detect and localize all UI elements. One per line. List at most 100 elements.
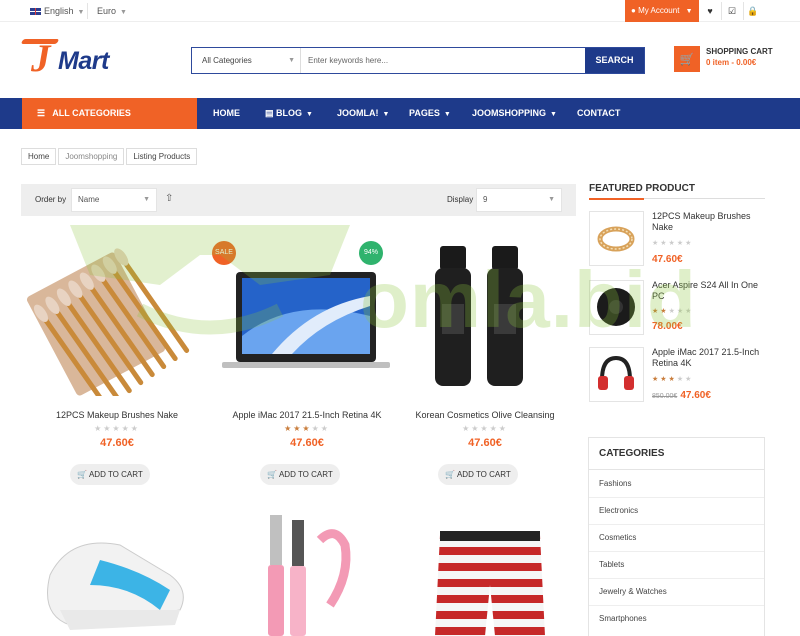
main-nav: ☰ ALL CATEGORIES HOME ▤ BLOG ▼ JOOMLA! ▼ P… — [0, 98, 800, 129]
rating-stars: ★★★★★ — [462, 424, 508, 433]
breadcrumb: Home Joomshopping Listing Products — [21, 148, 199, 165]
top-bar: English ▼ Euro ▼ ● My Account ▼ ♥ ☑ 🔒 — [0, 0, 800, 22]
featured-item[interactable]: Acer Aspire S24 All In One PC ★★★★★ 78.0… — [589, 280, 766, 336]
cart-info[interactable]: 0 item - 0.00€ — [706, 58, 756, 67]
sale-badge: SALE — [212, 241, 236, 265]
blog-icon: ▤ — [265, 108, 274, 118]
currency-selector[interactable]: Euro ▼ — [97, 0, 127, 22]
search-button[interactable]: SEARCH — [585, 48, 644, 73]
nav-item-joomshopping[interactable]: JOOMSHOPPING ▼ — [472, 98, 557, 129]
product-image[interactable] — [22, 236, 212, 410]
chevron-down-icon: ▼ — [288, 57, 295, 64]
logo-text: Mart — [58, 47, 109, 75]
featured-item[interactable]: Apple iMac 2017 21.5-Inch Retina 4K ★★★★… — [589, 347, 766, 403]
chevron-down-icon: ▼ — [550, 111, 557, 118]
order-by-select[interactable]: Name ▼ — [71, 188, 157, 212]
nav-item-contact[interactable]: CONTACT — [577, 98, 620, 129]
my-account-label: My Account — [638, 6, 680, 15]
listing-toolbar: Order by Name ▼ ⇧ Display 9 ▼ — [21, 184, 576, 216]
featured-thumb[interactable] — [589, 211, 644, 266]
nav-item-home[interactable]: HOME — [213, 98, 240, 129]
rating-stars: ★★★★★ — [284, 424, 330, 433]
display-label: Display — [447, 195, 474, 204]
search-category-select[interactable]: All Categories ▼ — [192, 48, 301, 73]
product-price: 47.60€ — [468, 437, 502, 449]
display-value: 9 — [483, 195, 488, 204]
sort-direction-icon[interactable]: ⇧ — [165, 193, 173, 204]
rating-stars: ★★★★★ — [652, 376, 694, 383]
cart-icon: 🛒 — [445, 470, 456, 479]
category-cosmetics[interactable]: Cosmetics — [599, 533, 759, 542]
chevron-down-icon: ▼ — [120, 9, 127, 16]
product-card — [30, 515, 220, 636]
product-name[interactable]: Apple iMac 2017 21.5-Inch Retina 4K — [212, 410, 402, 420]
product-name[interactable]: Korean Cosmetics Olive Cleansing — [390, 410, 580, 420]
nav-item-joomla[interactable]: JOOMLA! ▼ — [337, 98, 389, 129]
category-jewelry-watches[interactable]: Jewelry & Watches — [599, 587, 759, 596]
categories-title: CATEGORIES — [599, 448, 665, 459]
search-category-label: All Categories — [202, 56, 252, 65]
uk-flag-icon — [30, 8, 41, 16]
featured-price: 850.00€ 47.60€ — [652, 390, 711, 401]
category-electronics[interactable]: Electronics — [599, 506, 759, 515]
makeup-brushes-image — [26, 248, 190, 410]
add-to-cart-button[interactable]: 🛒 ADD TO CART — [260, 464, 340, 485]
product-name[interactable]: 12PCS Makeup Brushes Nake — [22, 410, 212, 420]
my-account-button[interactable]: ● My Account ▼ — [625, 0, 699, 22]
nav-item-blog[interactable]: ▤ BLOG ▼ — [265, 98, 313, 129]
rating-stars: ★★★★★ — [652, 240, 694, 247]
chevron-down-icon: ▼ — [143, 196, 150, 203]
featured-name[interactable]: Acer Aspire S24 All In One PC — [652, 280, 766, 302]
breadcrumb-joomshopping[interactable]: Joomshopping — [58, 148, 125, 165]
sneaker-image[interactable] — [30, 515, 200, 636]
shopping-cart-icon[interactable]: 🛒 — [674, 46, 700, 72]
category-tablets[interactable]: Tablets — [599, 560, 759, 569]
site-logo[interactable]: J Mart — [20, 38, 122, 80]
language-label: English — [44, 6, 74, 16]
heart-icon[interactable]: ♥ — [704, 5, 716, 17]
chevron-down-icon: ▼ — [77, 9, 85, 16]
order-by-value: Name — [78, 195, 100, 204]
featured-new-price: 47.60€ — [680, 390, 711, 401]
all-categories-button[interactable]: ☰ ALL CATEGORIES — [22, 98, 197, 129]
lip-gloss-image[interactable] — [240, 515, 370, 636]
product-card — [240, 515, 430, 636]
rating-stars: ★★★★★ — [94, 424, 140, 433]
featured-price: 47.60€ — [652, 254, 683, 265]
search-bar: All Categories ▼ SEARCH — [191, 47, 645, 74]
cosmetics-bottles-image — [435, 246, 523, 386]
featured-name[interactable]: 12PCS Makeup Brushes Nake — [652, 211, 766, 233]
product-price: 47.60€ — [290, 437, 324, 449]
striped-shorts-image[interactable] — [420, 515, 560, 636]
category-smartphones[interactable]: Smartphones — [599, 614, 759, 623]
all-categories-label: ALL CATEGORIES — [52, 108, 131, 118]
search-input[interactable] — [302, 48, 584, 73]
product-image[interactable] — [390, 236, 580, 396]
add-to-cart-button[interactable]: 🛒 ADD TO CART — [438, 464, 518, 485]
featured-underline — [589, 198, 765, 200]
product-card — [420, 515, 610, 636]
nav-item-pages[interactable]: PAGES ▼ — [409, 98, 451, 129]
display-select[interactable]: 9 ▼ — [476, 188, 562, 212]
product-price: 47.60€ — [100, 437, 134, 449]
chevron-down-icon: ▼ — [443, 111, 451, 118]
add-to-cart-button[interactable]: 🛒 ADD TO CART — [70, 464, 150, 485]
lock-icon[interactable]: 🔒 — [747, 5, 759, 17]
featured-name[interactable]: Apple iMac 2017 21.5-Inch Retina 4K — [652, 347, 766, 369]
chevron-down-icon: ▼ — [382, 111, 390, 118]
featured-thumb[interactable] — [589, 280, 644, 335]
user-icon: ● — [631, 6, 636, 15]
cart-title[interactable]: SHOPPING CART — [706, 47, 773, 56]
featured-item[interactable]: 12PCS Makeup Brushes Nake ★★★★★ 47.60€ — [589, 211, 766, 267]
rating-stars: ★★★★★ — [652, 308, 694, 315]
breadcrumb-home[interactable]: Home — [21, 148, 57, 165]
featured-old-price: 850.00€ — [652, 393, 678, 400]
featured-thumb[interactable] — [589, 347, 644, 402]
currency-label: Euro — [97, 6, 117, 16]
language-selector[interactable]: English ▼ — [30, 0, 84, 22]
checkbox-icon[interactable]: ☑ — [726, 5, 738, 17]
category-fashions[interactable]: Fashions — [599, 479, 759, 488]
chevron-down-icon: ▼ — [685, 8, 693, 15]
cart-icon: 🛒 — [77, 470, 88, 479]
menu-icon: ☰ — [37, 108, 46, 118]
